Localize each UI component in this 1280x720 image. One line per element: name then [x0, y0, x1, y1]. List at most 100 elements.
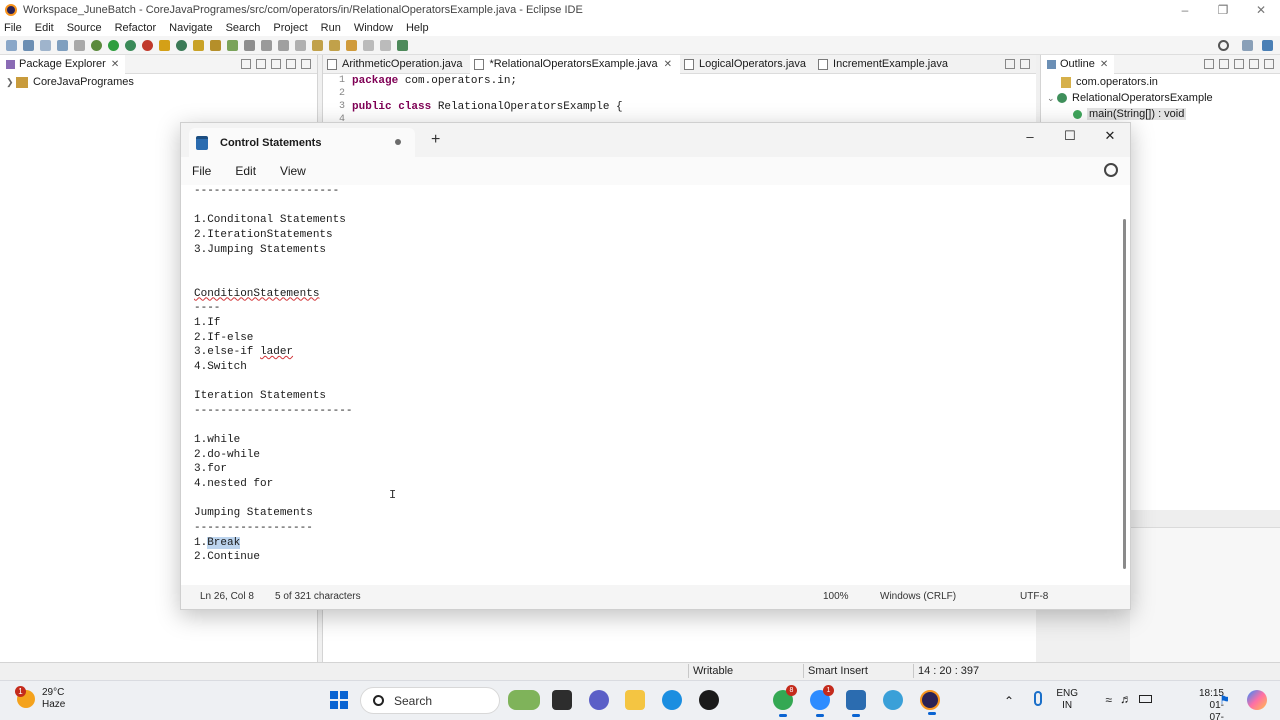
- outline-item-package[interactable]: com.operators.in: [1041, 74, 1280, 90]
- notepad-maximize-icon[interactable]: ☐: [1050, 123, 1090, 149]
- close-tab-icon[interactable]: ✕: [664, 59, 672, 70]
- new-class-icon[interactable]: [176, 39, 187, 51]
- windows-start-icon[interactable]: [330, 691, 348, 709]
- wifi-icon[interactable]: ≈: [1105, 693, 1112, 707]
- save-all-icon[interactable]: [40, 39, 51, 51]
- debug-icon[interactable]: [91, 39, 102, 51]
- next-annotation-icon[interactable]: [312, 39, 323, 51]
- editor-tab-relational[interactable]: *RelationalOperatorsExample.java ✕: [470, 54, 680, 74]
- search-toolbar-icon[interactable]: [227, 39, 238, 51]
- notification-bell-icon[interactable]: ⚑: [1219, 693, 1230, 707]
- language-indicator[interactable]: ENG IN: [1056, 688, 1078, 712]
- maximize-view-icon[interactable]: [301, 59, 311, 69]
- notepad-menu-view[interactable]: View: [280, 164, 306, 178]
- hide-nonpublic-icon[interactable]: [1249, 59, 1259, 69]
- dell-icon[interactable]: [699, 690, 719, 710]
- file-explorer-icon[interactable]: [625, 690, 645, 710]
- java-perspective-icon[interactable]: [1262, 39, 1273, 51]
- editor-tab-logical[interactable]: LogicalOperators.java: [680, 55, 814, 74]
- maximize-editor-icon[interactable]: [1020, 59, 1030, 69]
- menu-run[interactable]: Run: [321, 22, 341, 34]
- weather-widget[interactable]: 1 29°C Haze: [15, 686, 65, 711]
- outline-item-class[interactable]: ⌄ RelationalOperatorsExample: [1041, 90, 1280, 106]
- notepad-close-icon[interactable]: ✕: [1090, 123, 1130, 149]
- volume-icon[interactable]: ♬: [1120, 692, 1132, 706]
- notepad-taskbar-icon[interactable]: [846, 690, 866, 717]
- menu-window[interactable]: Window: [354, 22, 393, 34]
- coverage-icon[interactable]: [125, 39, 136, 51]
- collapse-all-icon[interactable]: [241, 59, 251, 69]
- tree-item-project[interactable]: ❯ CoreJavaProgrames: [0, 74, 317, 90]
- microphone-icon[interactable]: [1034, 691, 1042, 706]
- tab-package-explorer[interactable]: Package Explorer ✕: [0, 54, 126, 74]
- view-menu-icon[interactable]: [271, 59, 281, 69]
- toggle-mark-icon[interactable]: [244, 39, 255, 51]
- prev-annotation-icon[interactable]: [329, 39, 340, 51]
- editor-tab-arithmetic[interactable]: ArithmeticOperation.java: [323, 55, 470, 74]
- restore-icon[interactable]: ❐: [1204, 0, 1242, 19]
- back-icon[interactable]: [363, 39, 374, 51]
- chevron-down-icon[interactable]: ⌄: [1047, 93, 1057, 104]
- notepad-text-area[interactable]: ---------------------- 1.Conditonal Stat…: [181, 185, 1130, 585]
- status-zoom[interactable]: 100%: [823, 591, 849, 602]
- hide-fields-icon[interactable]: [1219, 59, 1229, 69]
- minimize-editor-icon[interactable]: [1005, 59, 1015, 69]
- menu-help[interactable]: Help: [406, 22, 429, 34]
- gear-icon[interactable]: [1104, 163, 1118, 177]
- minimize-view-icon[interactable]: [286, 59, 296, 69]
- last-edit-icon[interactable]: [346, 39, 357, 51]
- menu-navigate[interactable]: Navigate: [169, 22, 212, 34]
- forward-icon[interactable]: [380, 39, 391, 51]
- quick-access-search-icon[interactable]: [1218, 39, 1229, 51]
- taskbar-search[interactable]: Search: [360, 687, 500, 714]
- close-view-icon[interactable]: ✕: [1100, 59, 1108, 70]
- new-icon[interactable]: [6, 39, 17, 51]
- open-type-icon[interactable]: [193, 39, 204, 51]
- minimize-icon[interactable]: –: [1166, 0, 1204, 19]
- perspective-icon[interactable]: [1242, 39, 1253, 51]
- close-icon[interactable]: ✕: [1242, 0, 1280, 19]
- open-task-icon[interactable]: [210, 39, 221, 51]
- battery-icon[interactable]: [1139, 695, 1152, 703]
- save-icon[interactable]: [23, 39, 34, 51]
- notepad-tab[interactable]: Control Statements: [189, 128, 415, 157]
- view-menu-icon[interactable]: [1264, 59, 1274, 69]
- new-tab-icon[interactable]: +: [431, 131, 440, 149]
- edge-icon[interactable]: [662, 690, 682, 710]
- pin-editor-icon[interactable]: [397, 39, 408, 51]
- outline-item-method[interactable]: main(String[]) : void: [1041, 106, 1280, 122]
- external-tools-icon[interactable]: [142, 39, 153, 51]
- terminal-icon[interactable]: [57, 39, 68, 51]
- teams-icon[interactable]: [589, 690, 609, 710]
- eclipse-taskbar-icon[interactable]: [920, 690, 940, 715]
- menu-search[interactable]: Search: [226, 22, 261, 34]
- notepad-minimize-icon[interactable]: –: [1010, 123, 1050, 149]
- status-encoding[interactable]: UTF-8: [1020, 591, 1048, 602]
- editor-tab-increment[interactable]: IncrementExample.java: [814, 55, 956, 74]
- whitespace-icon[interactable]: [295, 39, 306, 51]
- chevron-right-icon[interactable]: ❯: [6, 77, 16, 88]
- menu-edit[interactable]: Edit: [35, 22, 54, 34]
- notepad-menu-edit[interactable]: Edit: [235, 164, 256, 178]
- skip-breakpoints-icon[interactable]: [74, 39, 85, 51]
- status-line-ending[interactable]: Windows (CRLF): [880, 591, 956, 602]
- word-wrap-icon[interactable]: [261, 39, 272, 51]
- notepad-menu-file[interactable]: File: [192, 164, 211, 178]
- close-view-icon[interactable]: ✕: [111, 59, 119, 70]
- menu-source[interactable]: Source: [67, 22, 102, 34]
- copilot-icon[interactable]: [1247, 690, 1267, 710]
- block-select-icon[interactable]: [278, 39, 289, 51]
- vertical-scrollbar[interactable]: [1123, 219, 1126, 569]
- chevron-up-icon[interactable]: ⌃: [1004, 694, 1014, 708]
- menu-file[interactable]: File: [4, 22, 22, 34]
- remote-desktop-icon[interactable]: [883, 690, 903, 710]
- new-java-project-icon[interactable]: [159, 39, 170, 51]
- task-view-icon[interactable]: [552, 690, 572, 710]
- code-editor[interactable]: 1 package com.operators.in; 2 3 public c…: [323, 74, 1036, 126]
- run-icon[interactable]: [108, 39, 119, 51]
- sort-icon[interactable]: [1204, 59, 1214, 69]
- link-editor-icon[interactable]: [256, 59, 266, 69]
- hide-static-icon[interactable]: [1234, 59, 1244, 69]
- menu-refactor[interactable]: Refactor: [115, 22, 157, 34]
- unsaved-dot-icon[interactable]: [395, 139, 401, 145]
